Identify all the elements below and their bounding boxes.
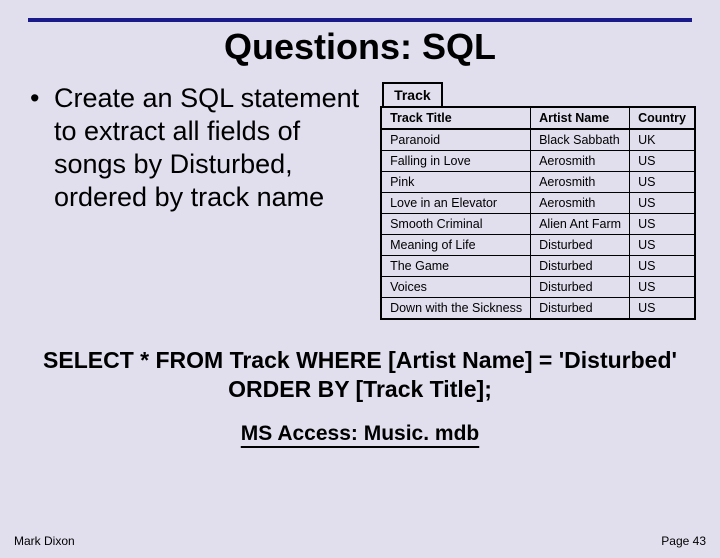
table-cell: US: [630, 235, 695, 256]
table-row: Down with the SicknessDisturbedUS: [381, 298, 695, 320]
table-header-row: Track Title Artist Name Country: [381, 107, 695, 129]
table-cell: UK: [630, 129, 695, 151]
table-row: Meaning of LifeDisturbedUS: [381, 235, 695, 256]
table-cell: US: [630, 214, 695, 235]
footer-author: Mark Dixon: [14, 534, 75, 548]
table-cell: US: [630, 193, 695, 214]
table-cell: Pink: [381, 172, 531, 193]
col-country: Country: [630, 107, 695, 129]
col-track-title: Track Title: [381, 107, 531, 129]
db-caption: MS Access: Music. mdb: [0, 422, 720, 446]
footer-page: Page 43: [661, 534, 706, 548]
table-cell: Aerosmith: [531, 193, 630, 214]
table-row: VoicesDisturbedUS: [381, 277, 695, 298]
table-row: ParanoidBlack SabbathUK: [381, 129, 695, 151]
table-cell: Disturbed: [531, 235, 630, 256]
table-cell: Black Sabbath: [531, 129, 630, 151]
sql-answer: SELECT * FROM Track WHERE [Artist Name] …: [0, 346, 720, 404]
table-cell: US: [630, 256, 695, 277]
col-artist-name: Artist Name: [531, 107, 630, 129]
table-cell: Paranoid: [381, 129, 531, 151]
table-cell: Voices: [381, 277, 531, 298]
table-cell: Aerosmith: [531, 172, 630, 193]
table-cell: Disturbed: [531, 298, 630, 320]
table-cell: Alien Ant Farm: [531, 214, 630, 235]
table-cell: Disturbed: [531, 256, 630, 277]
table-cell: The Game: [381, 256, 531, 277]
content-row: • Create an SQL statement to extract all…: [30, 82, 696, 320]
table-cell: Smooth Criminal: [381, 214, 531, 235]
table-row: Falling in LoveAerosmithUS: [381, 151, 695, 172]
sql-line-2: ORDER BY [Track Title];: [0, 375, 720, 404]
table-cell: US: [630, 277, 695, 298]
sql-line-1: SELECT * FROM Track WHERE [Artist Name] …: [0, 346, 720, 375]
track-table: Track Title Artist Name Country Paranoid…: [380, 106, 696, 320]
bullet-text: Create an SQL statement to extract all f…: [54, 82, 368, 214]
table-row: The GameDisturbedUS: [381, 256, 695, 277]
table-cell: Down with the Sickness: [381, 298, 531, 320]
table-cell: Meaning of Life: [381, 235, 531, 256]
table-cell: Disturbed: [531, 277, 630, 298]
table-label: Track: [382, 82, 443, 106]
table-cell: Love in an Elevator: [381, 193, 531, 214]
slide-title: Questions: SQL: [0, 26, 720, 68]
bullet-block: • Create an SQL statement to extract all…: [30, 82, 368, 320]
table-cell: Falling in Love: [381, 151, 531, 172]
table-cell: US: [630, 172, 695, 193]
track-table-wrap: Track Track Title Artist Name Country Pa…: [380, 82, 696, 320]
table-row: PinkAerosmithUS: [381, 172, 695, 193]
table-row: Smooth CriminalAlien Ant FarmUS: [381, 214, 695, 235]
table-cell: US: [630, 298, 695, 320]
title-rule: [28, 18, 692, 22]
table-cell: US: [630, 151, 695, 172]
table-cell: Aerosmith: [531, 151, 630, 172]
table-row: Love in an ElevatorAerosmithUS: [381, 193, 695, 214]
bullet-marker: •: [30, 82, 54, 214]
